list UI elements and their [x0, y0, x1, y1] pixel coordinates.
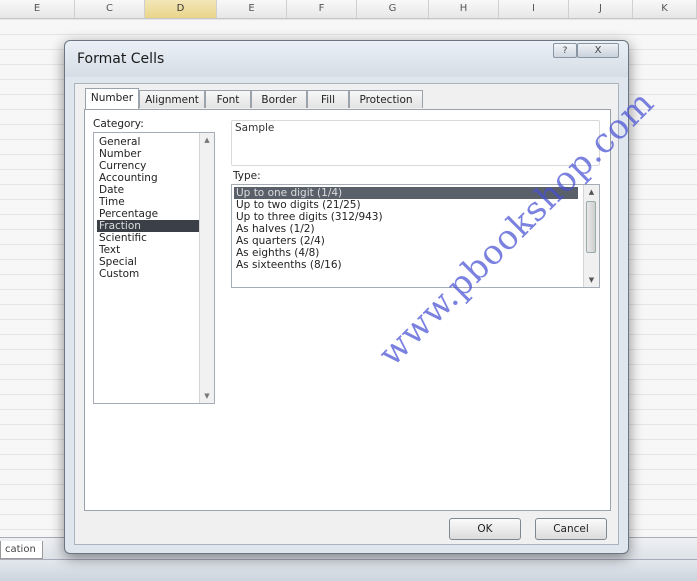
- type-list[interactable]: Up to one digit (1/4) Up to two digits (…: [231, 184, 600, 288]
- category-item-fraction[interactable]: Fraction: [97, 220, 205, 232]
- tab-number[interactable]: Number: [85, 88, 139, 109]
- scroll-down-icon[interactable]: ▼: [584, 275, 599, 285]
- column-header[interactable]: J: [569, 0, 633, 18]
- column-header[interactable]: H: [429, 0, 499, 18]
- type-scrollbar[interactable]: ▲ ▼: [583, 185, 599, 287]
- ok-button[interactable]: OK: [449, 518, 521, 540]
- column-header[interactable]: G: [357, 0, 429, 18]
- tab-border[interactable]: Border: [251, 90, 307, 108]
- type-item[interactable]: As sixteenths (8/16): [234, 259, 344, 271]
- close-button[interactable]: X: [577, 43, 619, 58]
- type-item[interactable]: As eighths (4/8): [234, 247, 321, 259]
- sample-label: Sample: [235, 122, 275, 134]
- category-item-custom[interactable]: Custom: [97, 268, 141, 280]
- sample-box: [231, 120, 600, 166]
- category-item-special[interactable]: Special: [97, 256, 139, 268]
- scroll-up-icon[interactable]: ▲: [584, 187, 599, 197]
- category-item-general[interactable]: General: [97, 136, 142, 148]
- category-item-text[interactable]: Text: [97, 244, 122, 256]
- category-label: Category:: [93, 118, 144, 130]
- tab-font[interactable]: Font: [205, 90, 251, 108]
- cancel-button[interactable]: Cancel: [535, 518, 607, 540]
- type-item[interactable]: Up to three digits (312/943): [234, 211, 385, 223]
- number-tab-panel: Category: General Number Currency Accoun…: [84, 109, 611, 511]
- type-item[interactable]: Up to two digits (21/25): [234, 199, 363, 211]
- help-button[interactable]: ?: [553, 43, 577, 58]
- category-item-date[interactable]: Date: [97, 184, 126, 196]
- sample-group: Sample: [231, 114, 600, 166]
- scroll-thumb[interactable]: [586, 201, 596, 253]
- column-header[interactable]: F: [287, 0, 357, 18]
- category-scrollbar[interactable]: ▲ ▼: [199, 133, 214, 403]
- status-bar: [0, 559, 697, 581]
- tab-fill[interactable]: Fill: [307, 90, 349, 108]
- column-header-selected[interactable]: D: [145, 0, 217, 18]
- column-header[interactable]: E: [217, 0, 287, 18]
- tab-alignment[interactable]: Alignment: [139, 90, 205, 108]
- category-item-scientific[interactable]: Scientific: [97, 232, 149, 244]
- category-item-time[interactable]: Time: [97, 196, 127, 208]
- column-header[interactable]: C: [75, 0, 145, 18]
- type-item[interactable]: As halves (1/2): [234, 223, 317, 235]
- category-item-percentage[interactable]: Percentage: [97, 208, 160, 220]
- column-header[interactable]: K: [633, 0, 697, 18]
- format-cells-dialog: Format Cells ? X Number Alignment Font B…: [64, 40, 629, 554]
- category-list[interactable]: General Number Currency Accounting Date …: [93, 132, 215, 404]
- type-label: Type:: [233, 170, 261, 182]
- category-item-accounting[interactable]: Accounting: [97, 172, 160, 184]
- dialog-title: Format Cells: [77, 51, 165, 67]
- scroll-up-icon[interactable]: ▲: [200, 135, 214, 145]
- tab-protection[interactable]: Protection: [349, 90, 423, 108]
- column-header[interactable]: I: [499, 0, 569, 18]
- column-header[interactable]: E: [0, 0, 75, 18]
- category-item-number[interactable]: Number: [97, 148, 143, 160]
- category-item-currency[interactable]: Currency: [97, 160, 148, 172]
- dialog-body: Number Alignment Font Border Fill Protec…: [74, 83, 619, 545]
- column-header-row: E C D E F G H I J K: [0, 0, 697, 19]
- sheet-tab[interactable]: cation: [0, 541, 43, 559]
- type-item-selected[interactable]: Up to one digit (1/4): [234, 187, 578, 199]
- type-item[interactable]: As quarters (2/4): [234, 235, 327, 247]
- scroll-down-icon[interactable]: ▼: [200, 391, 214, 401]
- dialog-titlebar[interactable]: Format Cells ? X: [65, 41, 628, 77]
